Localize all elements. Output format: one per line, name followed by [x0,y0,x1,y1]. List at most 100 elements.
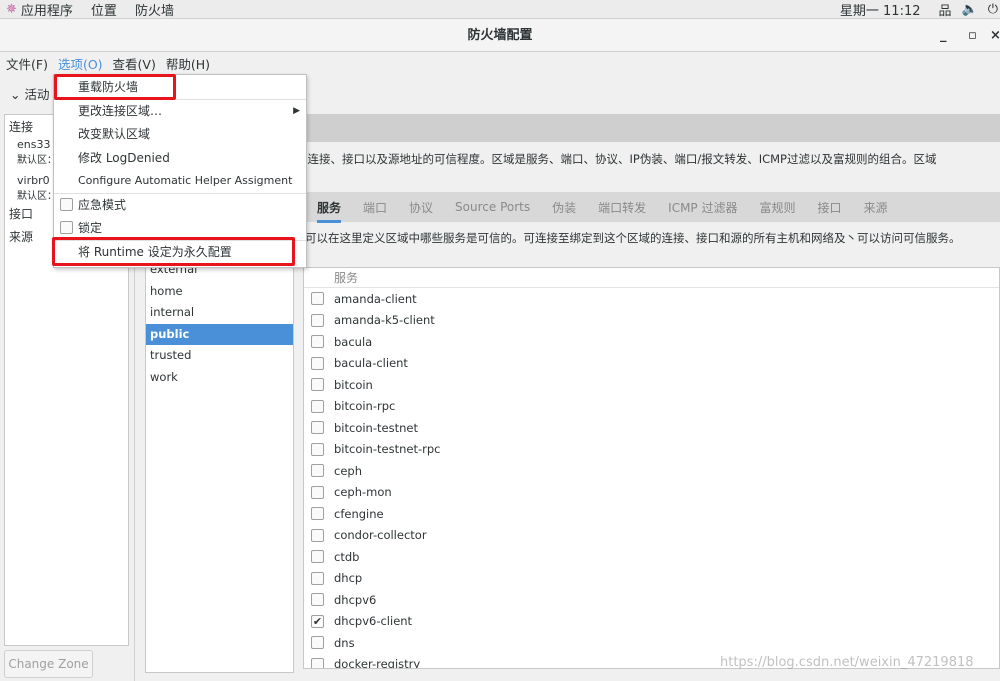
service-checkbox[interactable] [311,464,324,478]
service-checkbox[interactable] [311,485,324,499]
service-name: bacula [334,334,373,349]
menu-item-change-default-zone[interactable]: 改变默认区域 [54,122,306,146]
menu-item-change-connection-zone[interactable]: 更改连接区域… ▶ [54,98,306,123]
service-checkbox[interactable] [311,421,324,435]
service-checkbox[interactable] [311,356,324,370]
lockdown-checkbox[interactable] [60,221,73,235]
service-row[interactable]: condor-collector [304,525,999,547]
window-titlebar: 防火墙配置 _ ▫ × [0,19,1000,52]
service-row[interactable]: bacula [304,331,999,353]
zone-item[interactable]: work [146,367,293,389]
tab-3[interactable]: Source Ports [455,200,530,214]
tab-4[interactable]: 伪装 [552,199,576,216]
service-row[interactable]: dhcp [304,568,999,590]
clock[interactable]: 星期一 11:12 [840,0,921,19]
service-row[interactable]: bitcoin-testnet-rpc [304,439,999,461]
zone-item[interactable]: home [146,281,293,303]
menu-options[interactable]: 选项(O) [58,54,103,73]
active-bindings-toggle[interactable]: ⌄ 活动 [10,84,49,103]
service-name: cfengine [334,506,384,521]
zone-description: 络连接、接口以及源地址的可信程度。区域是服务、端口、协议、IP伪装、端口/报文转… [296,152,937,166]
service-name: ceph [334,463,362,478]
service-checkbox[interactable] [311,571,324,585]
service-checkbox[interactable] [311,442,324,456]
zone-item[interactable]: internal [146,302,293,324]
service-checkbox[interactable] [311,593,324,607]
service-name: dhcpv6-client [334,614,413,629]
volume-icon[interactable]: 🔈 [962,2,978,17]
change-zone-button[interactable]: Change Zone [4,650,93,678]
apps-menu[interactable]: 应用程序 [21,0,73,19]
service-row[interactable]: ✔ dhcpv6-client [304,611,999,633]
service-name: bitcoin-rpc [334,399,396,414]
menu-bar: 文件(F) 选项(O) 查看(V) 帮助(H) [0,52,1000,74]
service-row[interactable]: bitcoin-testnet [304,417,999,439]
service-row[interactable]: dhcpv6 [304,589,999,611]
service-row[interactable]: dns [304,632,999,654]
service-checkbox[interactable] [311,550,324,564]
firewall-app-menu[interactable]: 防火墙 [135,0,174,19]
watermark: https://blog.csdn.net/weixin_47219818 [720,655,974,670]
tab-0[interactable]: 服务 [317,199,342,223]
service-checkbox[interactable] [311,378,324,392]
service-row[interactable]: bacula-client [304,353,999,375]
services-description: 可以在这里定义区域中哪些服务是可信的。可连接至绑定到这个区域的连接、接口和源的所… [305,231,961,245]
service-checkbox[interactable] [311,657,324,668]
tab-9[interactable]: 来源 [864,199,888,216]
service-checkbox[interactable] [311,335,324,349]
service-name: bitcoin-testnet [334,420,418,435]
service-name: amanda-client [334,291,417,306]
window-title: 防火墙配置 [467,28,533,43]
places-menu[interactable]: 位置 [91,0,117,19]
service-name: amanda-k5-client [334,313,435,328]
service-checkbox[interactable]: ✔ [311,614,324,628]
power-icon[interactable]: ⏻ [988,2,998,17]
menu-file[interactable]: 文件(F) [6,54,48,73]
service-name: bacula-client [334,356,408,371]
service-checkbox[interactable] [311,313,324,327]
minimize-button[interactable]: _ [940,19,947,52]
service-row[interactable]: bitcoin [304,374,999,396]
menu-item-panic-mode[interactable]: 应急模式 [54,192,306,217]
panic-mode-checkbox[interactable] [60,198,73,212]
service-name: ceph-mon [334,485,392,500]
tab-6[interactable]: ICMP 过滤器 [668,199,737,216]
menu-item-lockdown[interactable]: 锁定 [54,216,306,240]
tab-2[interactable]: 协议 [409,199,433,216]
service-checkbox[interactable] [311,292,324,306]
service-row[interactable]: cfengine [304,503,999,525]
service-checkbox[interactable] [311,636,324,650]
tab-1[interactable]: 端口 [363,199,387,216]
service-row[interactable]: ceph-mon [304,482,999,504]
service-checkbox[interactable] [311,507,324,521]
menu-view[interactable]: 查看(V) [113,54,156,73]
service-name: docker-registry [334,657,421,669]
service-row[interactable]: amanda-client [304,288,999,310]
services-column-header[interactable]: 服务 [304,268,999,288]
close-button[interactable]: × [990,19,1000,52]
highlight-box-runtime [52,237,295,266]
service-name: ctdb [334,549,360,564]
service-checkbox[interactable] [311,528,324,542]
service-row[interactable]: bitcoin-rpc [304,396,999,418]
service-row[interactable]: ctdb [304,546,999,568]
zone-item[interactable]: public [146,323,293,345]
tab-7[interactable]: 富规则 [759,199,795,216]
menu-help[interactable]: 帮助(H) [166,54,210,73]
services-list: 服务 amanda-client amanda-k5-client bacula ba… [303,267,1000,669]
zone-item[interactable]: trusted [146,345,293,367]
service-row[interactable]: ceph [304,460,999,482]
highlight-box-reload [54,74,176,100]
maximize-button[interactable]: ▫ [968,19,977,52]
tab-5[interactable]: 端口转发 [598,199,646,216]
tab-8[interactable]: 接口 [818,199,842,216]
service-checkbox[interactable] [311,399,324,413]
service-row[interactable]: amanda-k5-client [304,310,999,332]
service-name: dns [334,635,355,650]
network-icon[interactable]: 品 [939,0,952,19]
menu-item-log-denied[interactable]: 修改 LogDenied [54,146,306,170]
service-name: bitcoin [334,377,373,392]
submenu-arrow-icon: ▶ [293,105,300,116]
apps-icon: ✵ [6,1,17,17]
menu-item-helper-assignment[interactable]: Configure Automatic Helper Assigment [54,169,306,193]
